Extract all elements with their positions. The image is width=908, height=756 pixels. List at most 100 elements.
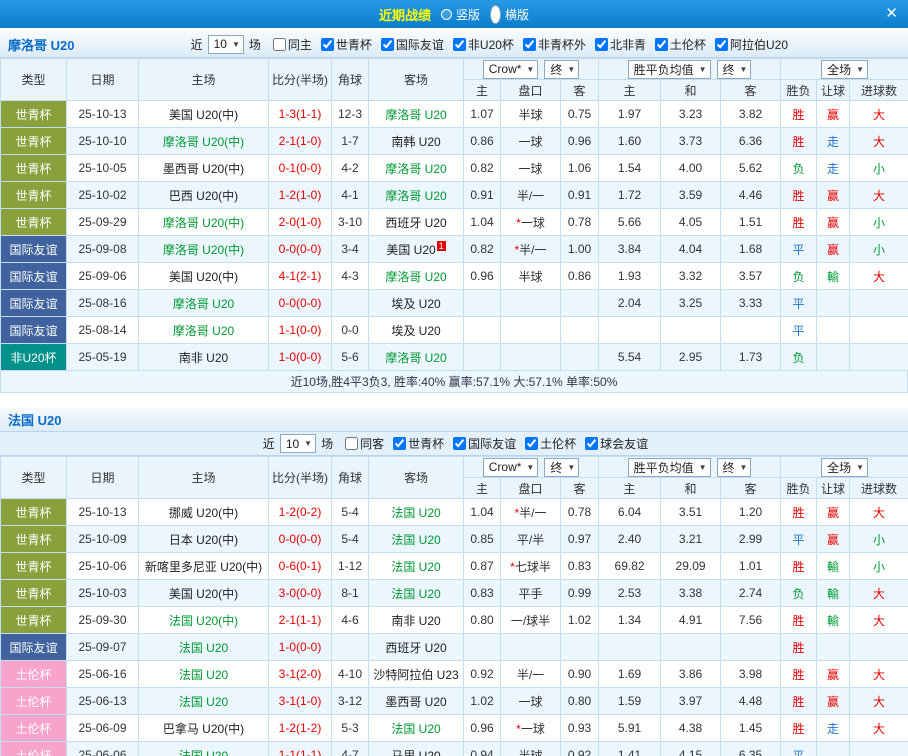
home-team[interactable]: 摩洛哥 U20: [139, 317, 269, 344]
matches-label: 场: [249, 36, 261, 53]
filter-option[interactable]: 同客: [338, 435, 384, 452]
away-team[interactable]: 法国 U20: [369, 715, 464, 742]
scope-select[interactable]: 全场▼: [821, 458, 868, 477]
away-team[interactable]: 南非 U20: [369, 607, 464, 634]
away-team[interactable]: 法国 U20: [369, 499, 464, 526]
odds-away: [561, 317, 599, 344]
home-team[interactable]: 日本 U20(中): [139, 526, 269, 553]
home-team[interactable]: 摩洛哥 U20: [139, 290, 269, 317]
filter-option[interactable]: 国际友谊: [374, 36, 444, 53]
league-type: 国际友谊: [1, 634, 67, 661]
home-team[interactable]: 摩洛哥 U20(中): [139, 128, 269, 155]
away-team[interactable]: 沙特阿拉伯 U23: [369, 661, 464, 688]
bookmaker-select[interactable]: Crow*▼: [483, 458, 539, 477]
filter-option[interactable]: 阿拉伯U20: [708, 36, 788, 53]
away-team[interactable]: 墨西哥 U20: [369, 688, 464, 715]
filter-option[interactable]: 世青杯: [386, 435, 444, 452]
view-option-vertical[interactable]: 竖版: [441, 6, 480, 23]
filter-checkbox[interactable]: [585, 437, 598, 450]
league-type: 世青杯: [1, 182, 67, 209]
filter-checkbox[interactable]: [523, 38, 536, 51]
avg-final-select[interactable]: 终▼: [717, 458, 752, 477]
match-count-select[interactable]: 10▼: [280, 434, 316, 453]
filter-checkbox[interactable]: [595, 38, 608, 51]
away-team[interactable]: 法国 U20: [369, 553, 464, 580]
filter-option[interactable]: 同主: [266, 36, 312, 53]
league-type: 世青杯: [1, 499, 67, 526]
home-team[interactable]: 挪威 U20(中): [139, 499, 269, 526]
home-team[interactable]: 法国 U20(中): [139, 607, 269, 634]
filter-option[interactable]: 非青杯外: [516, 36, 586, 53]
away-team[interactable]: 摩洛哥 U20: [369, 263, 464, 290]
filter-checkbox[interactable]: [655, 38, 668, 51]
away-team[interactable]: 埃及 U20: [369, 317, 464, 344]
home-team[interactable]: 墨西哥 U20(中): [139, 155, 269, 182]
away-team[interactable]: 摩洛哥 U20: [369, 155, 464, 182]
home-team[interactable]: 法国 U20: [139, 742, 269, 756]
home-team[interactable]: 巴西 U20(中): [139, 182, 269, 209]
odds-away: 0.78: [561, 209, 599, 236]
dropdown-arrow-icon: ▼: [856, 65, 864, 74]
filter-option[interactable]: 土伦杯: [648, 36, 706, 53]
home-team[interactable]: 法国 U20: [139, 634, 269, 661]
away-team[interactable]: 西班牙 U20: [369, 209, 464, 236]
away-team[interactable]: 法国 U20: [369, 526, 464, 553]
filter-checkbox[interactable]: [273, 38, 286, 51]
home-team[interactable]: 美国 U20(中): [139, 101, 269, 128]
away-team[interactable]: 美国 U201: [369, 236, 464, 263]
filter-option[interactable]: 北非青: [588, 36, 646, 53]
bookmaker-select[interactable]: Crow*▼: [483, 60, 539, 79]
results-table-body: 世青杯25-10-13美国 U20(中)1-3(1-1)12-3摩洛哥 U201…: [1, 101, 908, 371]
filter-option-label: 非U20杯: [468, 36, 514, 53]
home-team[interactable]: 法国 U20: [139, 688, 269, 715]
odds-final-select[interactable]: 终▼: [544, 60, 579, 79]
match-count-select[interactable]: 10▼: [208, 35, 244, 54]
filter-checkbox[interactable]: [381, 38, 394, 51]
filter-checkbox[interactable]: [393, 437, 406, 450]
away-team[interactable]: 摩洛哥 U20: [369, 101, 464, 128]
corner-score: [332, 634, 369, 661]
view-option-horizontal[interactable]: 横版: [490, 5, 529, 24]
avg-away-win: 1.73: [721, 344, 781, 371]
close-icon[interactable]: ✕: [885, 5, 898, 23]
home-team[interactable]: 摩洛哥 U20(中): [139, 209, 269, 236]
home-team[interactable]: 美国 U20(中): [139, 580, 269, 607]
avg-draw: 3.73: [661, 128, 721, 155]
filter-checkbox[interactable]: [453, 437, 466, 450]
odds-final-select[interactable]: 终▼: [544, 458, 579, 477]
filter-option[interactable]: 非U20杯: [446, 36, 514, 53]
avg-final-select[interactable]: 终▼: [717, 60, 752, 79]
home-team[interactable]: 摩洛哥 U20(中): [139, 236, 269, 263]
filter-option[interactable]: 世青杯: [314, 36, 372, 53]
home-team[interactable]: 美国 U20(中): [139, 263, 269, 290]
filter-checkbox[interactable]: [715, 38, 728, 51]
filter-option[interactable]: 国际友谊: [446, 435, 516, 452]
avg-odds-select[interactable]: 胜平负均值▼: [628, 458, 711, 477]
home-team[interactable]: 法国 U20: [139, 661, 269, 688]
scope-select[interactable]: 全场▼: [821, 60, 868, 79]
table-header-row: 类型 日期 主场 比分(半场) 角球 客场 Crow*▼ 终▼ 胜平负均值▼ 终…: [1, 457, 908, 478]
away-team[interactable]: 南韩 U20: [369, 128, 464, 155]
home-team[interactable]: 南非 U20: [139, 344, 269, 371]
handicap-result-badge: 赢: [817, 236, 850, 263]
col-odds-handicap: 盘口: [501, 478, 561, 499]
handicap-result-badge: [817, 344, 850, 371]
filter-option[interactable]: 球会友谊: [578, 435, 648, 452]
avg-odds-select[interactable]: 胜平负均值▼: [628, 60, 711, 79]
home-team[interactable]: 新喀里多尼亚 U20(中): [139, 553, 269, 580]
away-team[interactable]: 埃及 U20: [369, 290, 464, 317]
filter-checkbox[interactable]: [525, 437, 538, 450]
away-team[interactable]: 法国 U20: [369, 580, 464, 607]
filter-checkbox[interactable]: [453, 38, 466, 51]
away-team[interactable]: 摩洛哥 U20: [369, 182, 464, 209]
avg-home-win: 1.60: [599, 128, 661, 155]
filter-option[interactable]: 土伦杯: [518, 435, 576, 452]
odds-away: 1.00: [561, 236, 599, 263]
filter-checkbox[interactable]: [345, 437, 358, 450]
away-team[interactable]: 西班牙 U20: [369, 634, 464, 661]
home-team[interactable]: 巴拿马 U20(中): [139, 715, 269, 742]
away-team[interactable]: 摩洛哥 U20: [369, 344, 464, 371]
filter-checkbox[interactable]: [321, 38, 334, 51]
away-team[interactable]: 马里 U20: [369, 742, 464, 756]
avg-home-win: 1.34: [599, 607, 661, 634]
